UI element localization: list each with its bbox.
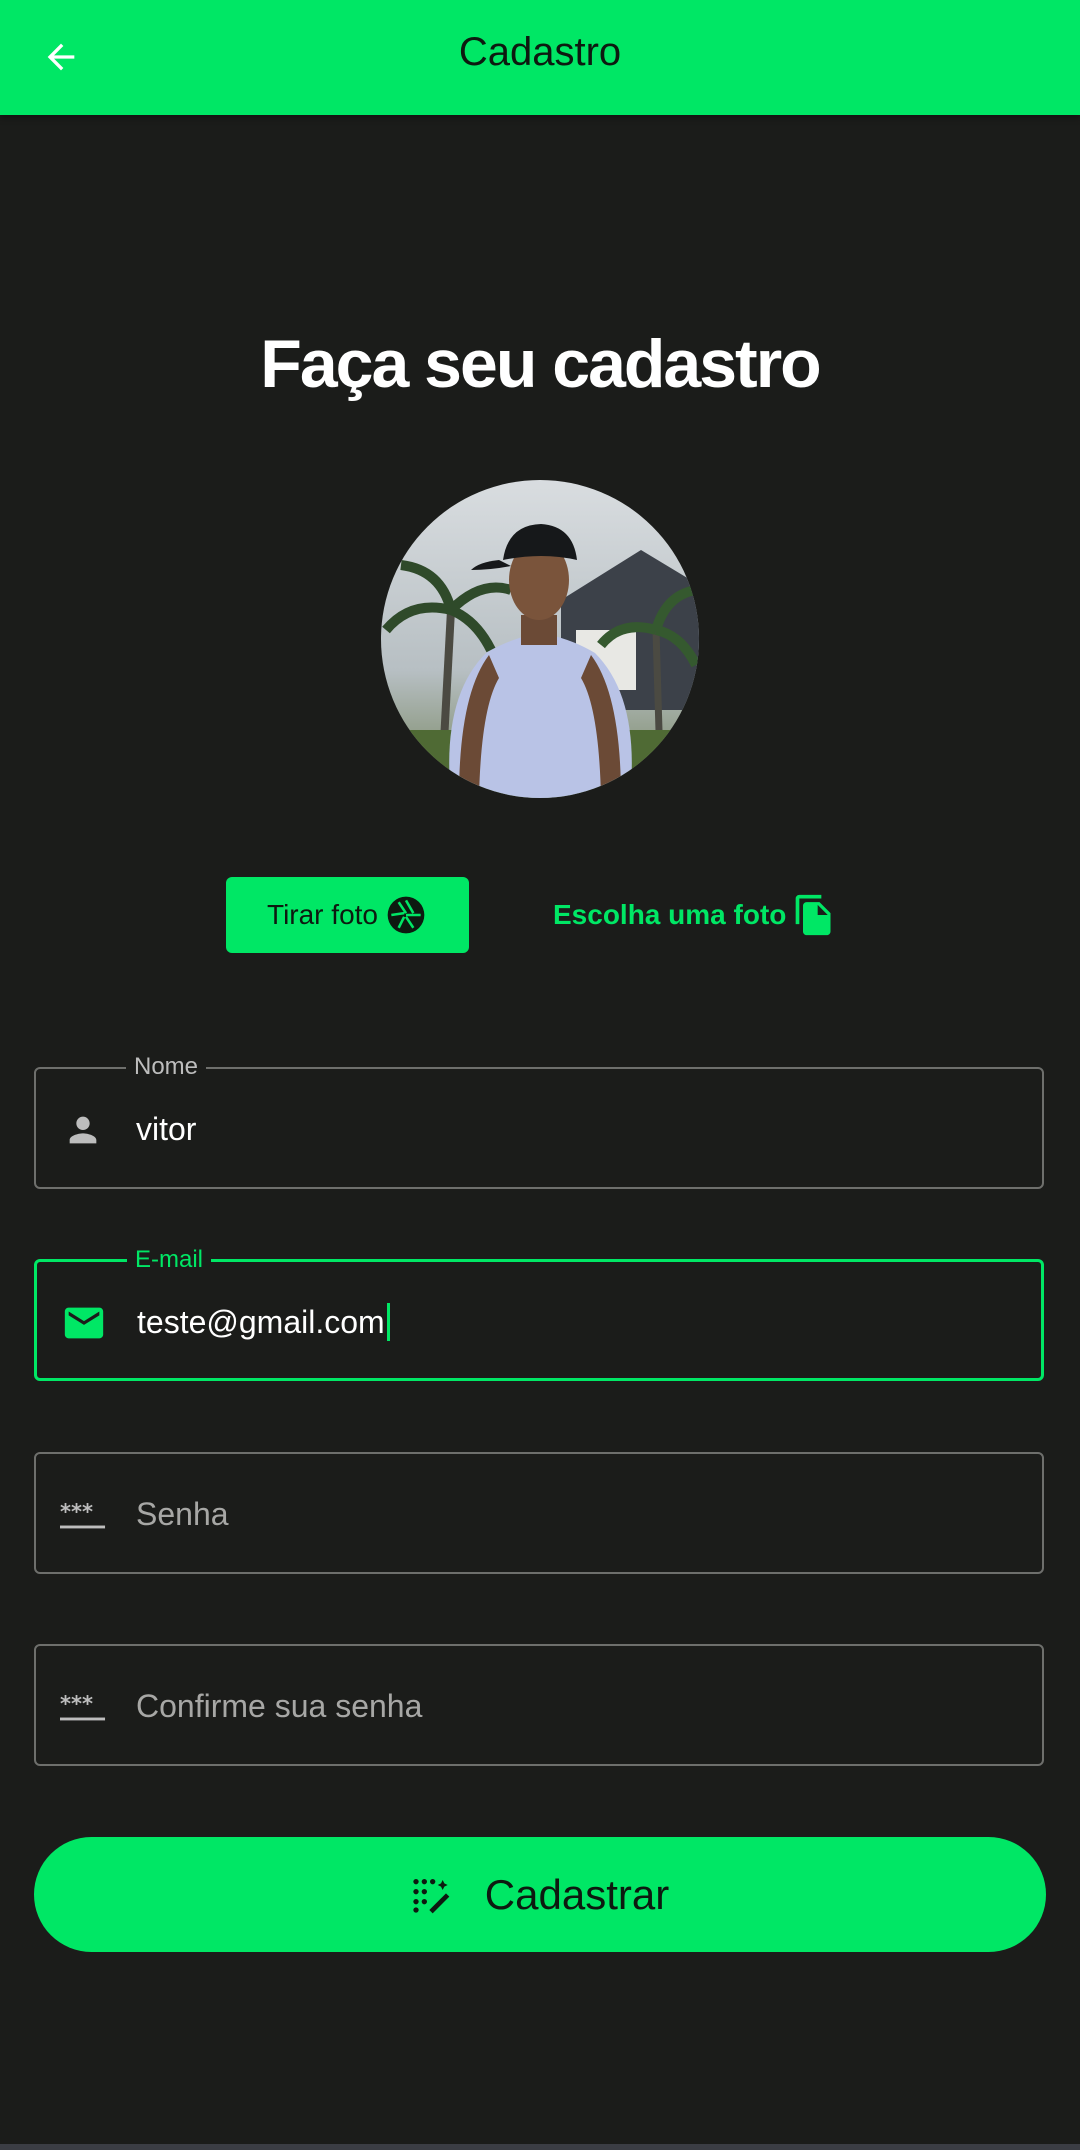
svg-text:***: ***: [60, 1499, 93, 1524]
register-label: Cadastrar: [484, 1870, 670, 1918]
page-title: Cadastro: [458, 30, 622, 74]
password-field[interactable]: *** Senha: [34, 1452, 1044, 1574]
take-photo-label: Tirar foto: [267, 899, 378, 930]
email-field-label: E-mail: [127, 1247, 212, 1273]
register-button[interactable]: Cadastrar: [34, 1837, 1046, 1952]
text-caret: [386, 1303, 390, 1341]
email-value: teste@gmail.com: [137, 1304, 385, 1340]
take-photo-button[interactable]: Tirar foto: [226, 877, 469, 953]
bottom-divider: [0, 2144, 1080, 2150]
file-copy-icon: [796, 894, 831, 936]
confirm-password-input[interactable]: Confirme sua senha: [136, 1686, 422, 1726]
app-bar: Cadastro: [0, 0, 1080, 115]
email-field[interactable]: E-mail teste@gmail.com: [34, 1247, 1044, 1381]
confirm-password-field[interactable]: *** Confirme sua senha: [34, 1644, 1044, 1766]
name-input[interactable]: vitor: [136, 1109, 196, 1149]
magic-wand-icon: [413, 1878, 450, 1913]
mail-icon: [61, 1301, 107, 1345]
avatar: [381, 480, 699, 798]
name-field[interactable]: Nome vitor: [34, 1054, 1044, 1189]
form-heading: Faça seu cadastro: [260, 326, 821, 402]
password-input[interactable]: Senha: [136, 1494, 229, 1534]
svg-text:***: ***: [60, 1691, 93, 1716]
camera-aperture-icon: [387, 896, 425, 934]
name-field-label: Nome: [126, 1054, 207, 1080]
photo-actions: Tirar foto Escolha uma foto: [0, 877, 1080, 953]
person-icon: [60, 1108, 106, 1152]
choose-photo-label: Escolha uma foto: [553, 899, 787, 930]
password-icon: ***: [60, 1493, 106, 1537]
choose-photo-button[interactable]: Escolha uma foto: [553, 877, 836, 953]
password-icon: ***: [60, 1685, 106, 1729]
email-input[interactable]: teste@gmail.com: [137, 1302, 390, 1342]
